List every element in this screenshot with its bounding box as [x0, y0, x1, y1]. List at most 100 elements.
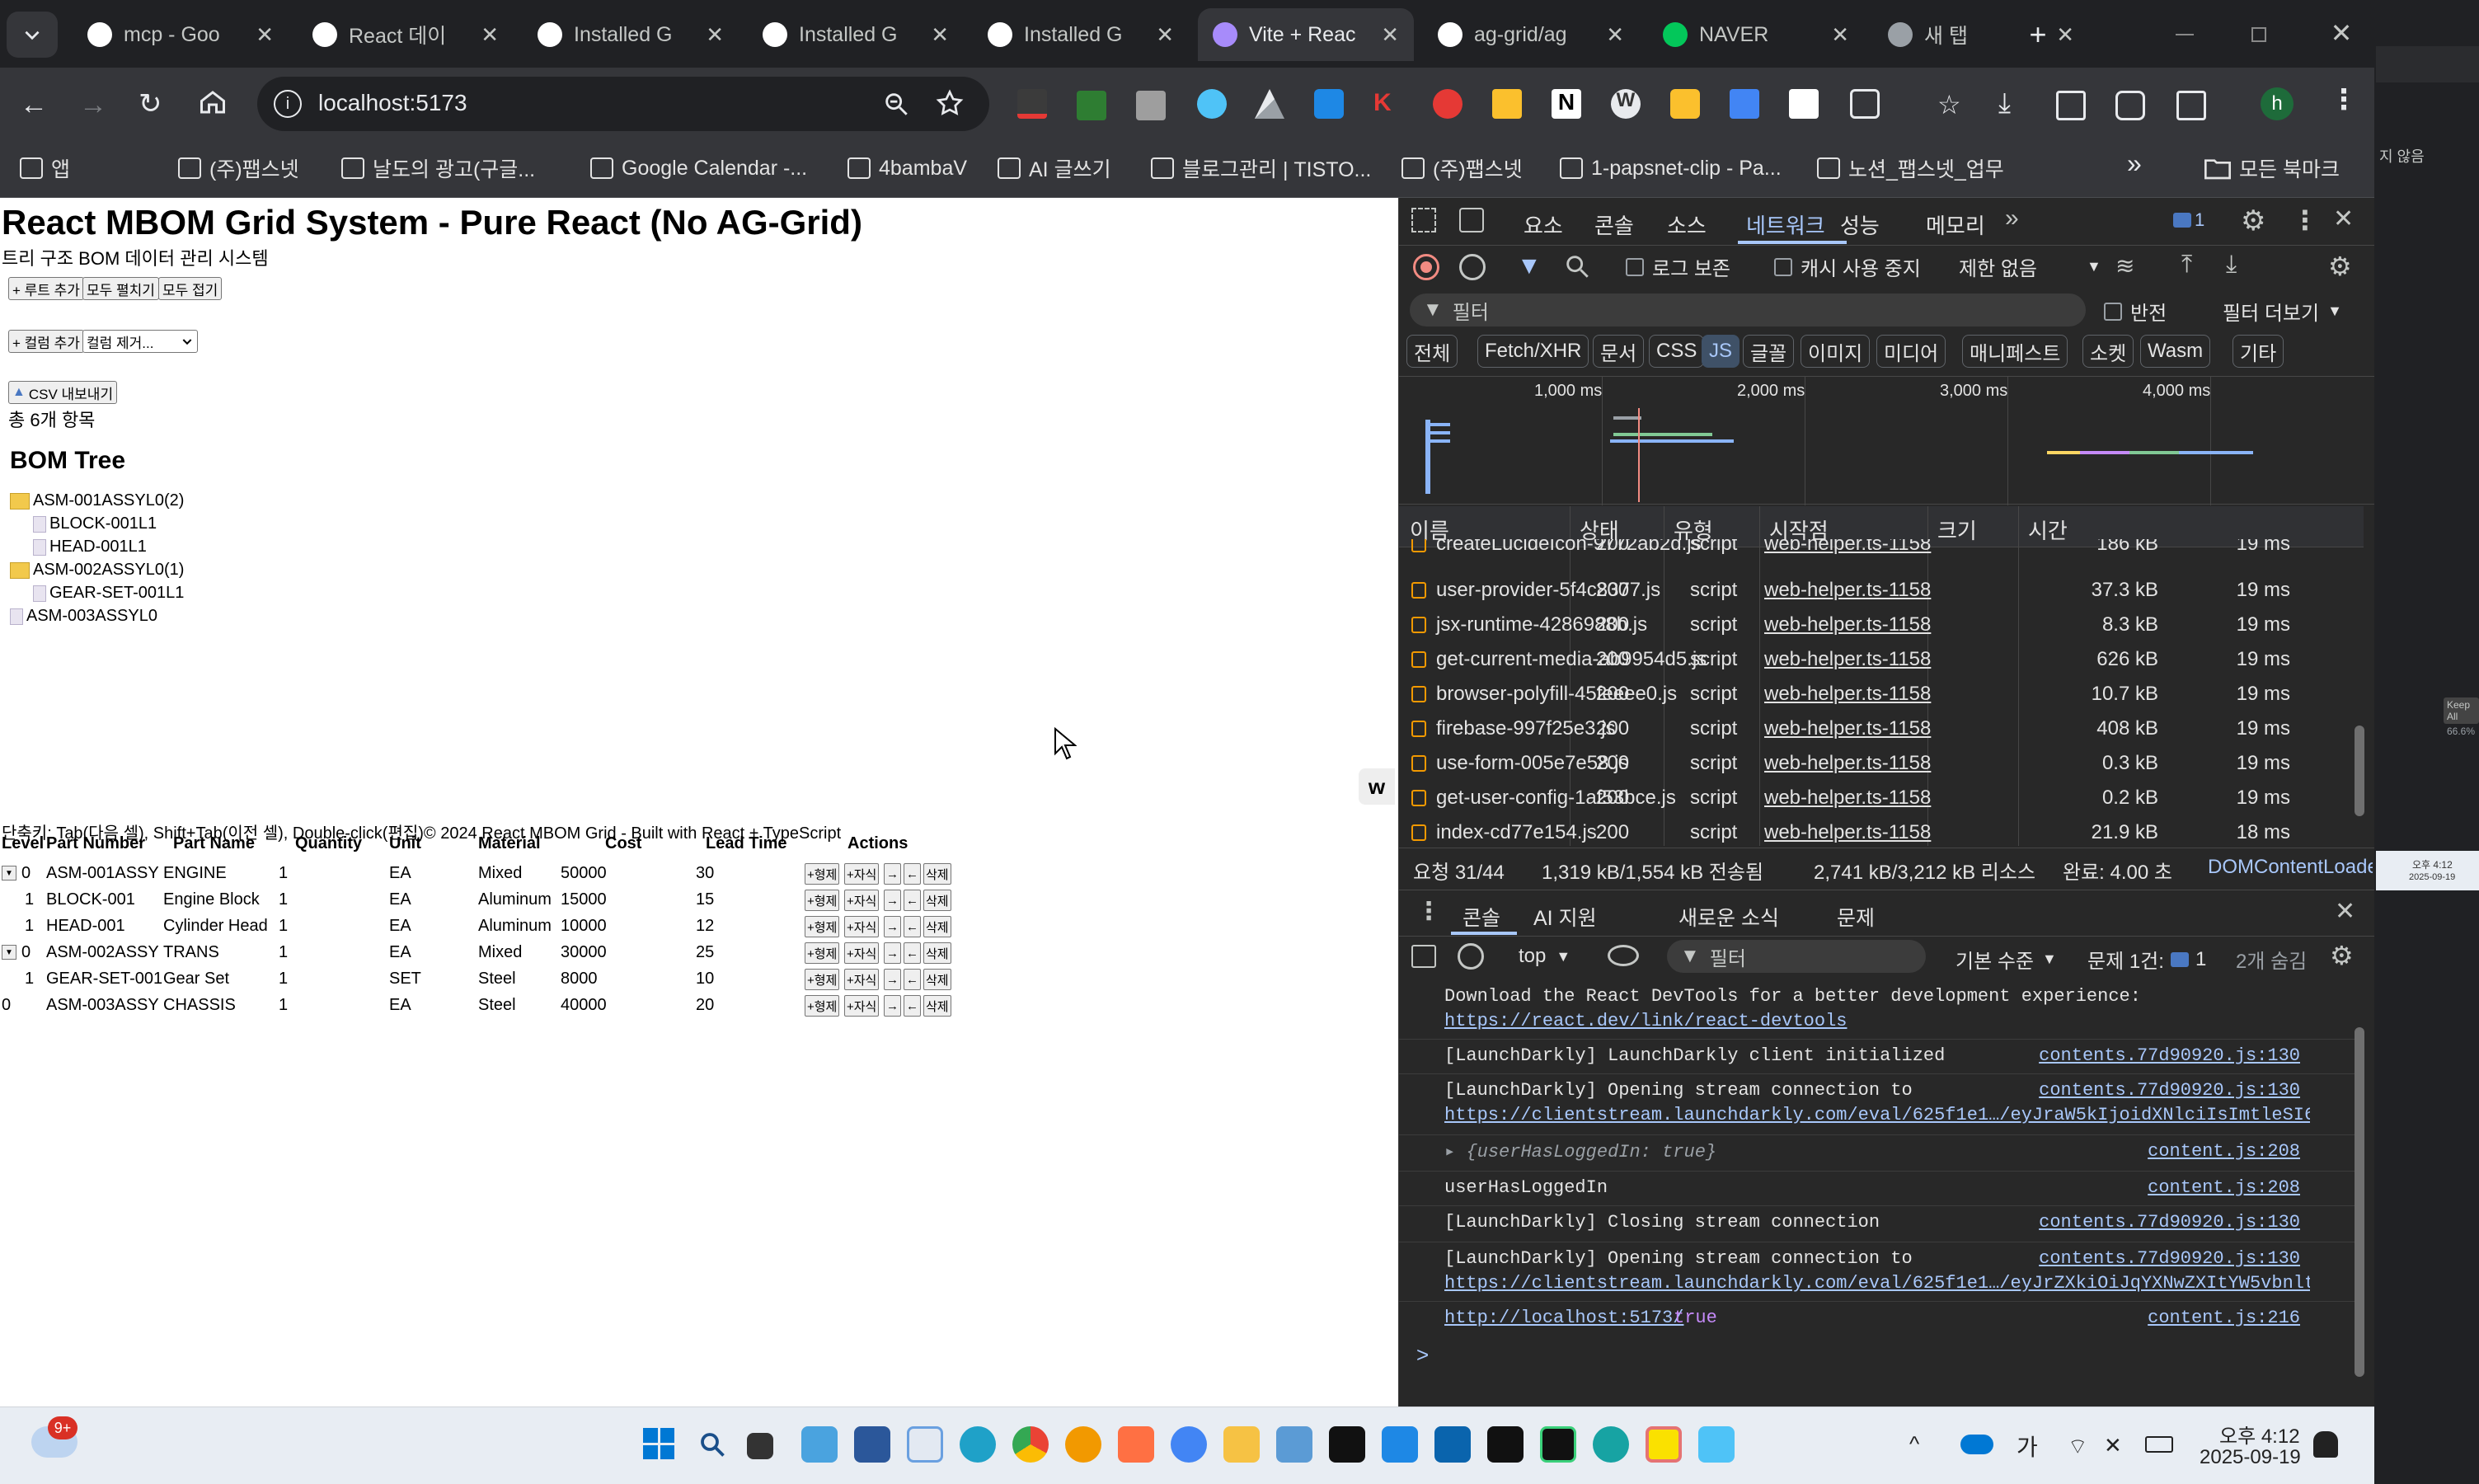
request-initiator[interactable]: web-helper.ts-1158 — [1764, 539, 1936, 556]
taskbar-app-icon[interactable] — [1698, 1426, 1735, 1463]
devtools-tab[interactable]: 성능 — [1840, 209, 1880, 240]
chrome-taskbar-icon[interactable] — [1012, 1426, 1049, 1463]
grid-row[interactable]: 1 HEAD-001 Cylinder Head 1 EA Aluminum 10000 12… — [0, 913, 956, 940]
resource-type-chip[interactable]: 글꼴 — [1743, 335, 1795, 368]
row-action-button[interactable]: 삭제 — [923, 969, 951, 990]
grid-cell-unit[interactable]: SET — [389, 970, 421, 989]
grid-cell-level[interactable]: 1 — [25, 917, 34, 936]
grid-row[interactable]: 1 GEAR-SET-001 Gear Set 1 SET Steel 8000 10 +형제 +… — [0, 966, 956, 993]
grid-row[interactable]: ▼ 0 ASM-001ASSY ENGINE 1 EA Mixed 50000 30 +형제 +자식… — [0, 861, 956, 887]
row-action-button[interactable]: → — [884, 863, 901, 885]
browser-tab[interactable]: NAVER ✕ — [1648, 8, 1864, 61]
request-initiator[interactable]: web-helper.ts-1158 — [1764, 613, 1936, 636]
tree-node[interactable]: ASM-001ASSYL0(2) — [10, 491, 184, 510]
console-link[interactable]: https://clientstream.launchdarkly.com/ev… — [1444, 1105, 2310, 1125]
console-link[interactable]: https://clientstream.launchdarkly.com/ev… — [1444, 1273, 2310, 1294]
network-request-row[interactable]: createLucideIcon-9772ab2d.js 200 script web… — [1401, 539, 2358, 562]
browser-tab[interactable]: Installed G ✕ — [748, 8, 964, 61]
add-root-button[interactable]: + 루트 추가 — [8, 277, 84, 300]
browser-tab[interactable]: Installed G ✕ — [973, 8, 1189, 61]
grid-cell-part-name[interactable]: ENGINE — [163, 864, 227, 883]
row-action-button[interactable]: ← — [904, 995, 921, 1017]
extension-icon-2[interactable] — [1077, 91, 1106, 120]
console-context-select[interactable]: top ▼ — [1519, 945, 1571, 968]
console-issues[interactable]: 문제 1건: 1 — [2087, 945, 2206, 974]
wifi-icon[interactable]: ⌔ — [2068, 1433, 2087, 1460]
taskbar-app-icon[interactable] — [1065, 1426, 1101, 1463]
console-source-link[interactable]: content.js:208 — [2148, 1177, 2300, 1198]
row-action-button[interactable]: +형제 — [805, 995, 840, 1017]
grid-cell-unit[interactable]: EA — [389, 996, 411, 1015]
row-action-button[interactable]: 삭제 — [923, 942, 951, 964]
grid-cell-part-name[interactable]: Engine Block — [163, 890, 260, 909]
network-filter-input[interactable]: ▼ 필터 — [1410, 294, 2086, 326]
row-action-button[interactable]: ← — [904, 942, 921, 964]
extensions-puzzle-icon[interactable] — [1850, 89, 1880, 119]
grid-cell-part-number[interactable]: ASM-002ASSY — [46, 943, 159, 962]
cloud-extension-icon[interactable] — [1197, 89, 1227, 119]
grid-row[interactable]: 0 ASM-003ASSY CHASSIS 1 EA Steel 40000 20 +형제 +자식… — [0, 993, 956, 1019]
print-icon[interactable] — [2056, 91, 2086, 120]
tab-search-button[interactable] — [7, 12, 58, 58]
browser-tab[interactable]: React 데이 ✕ — [298, 8, 514, 61]
row-action-button[interactable]: +형제 — [805, 890, 840, 911]
grid-cell-lead-time[interactable]: 30 — [696, 864, 714, 883]
resource-type-chip[interactable]: 전체 — [1406, 335, 1458, 368]
expand-toggle-icon[interactable]: ▼ — [2, 945, 16, 960]
console-prompt[interactable]: > — [1416, 1342, 1429, 1368]
grid-cell-unit[interactable]: EA — [389, 917, 411, 936]
close-tab-icon[interactable]: ✕ — [1381, 22, 1399, 48]
close-tab-icon[interactable]: ✕ — [1831, 22, 1849, 48]
taskbar-app-icon[interactable] — [907, 1426, 943, 1463]
bookmark-item[interactable]: (주)팹스넷 — [1401, 150, 1523, 186]
resource-type-chip[interactable]: 문서 — [1593, 335, 1645, 368]
minimize-button[interactable] — [2168, 20, 2201, 49]
reload-button[interactable]: ↻ — [139, 87, 171, 120]
row-action-button[interactable]: 삭제 — [923, 863, 951, 885]
translate-icon[interactable] — [2176, 91, 2206, 120]
resource-type-chip[interactable]: 이미지 — [1801, 335, 1871, 368]
maximize-button[interactable] — [2242, 20, 2275, 49]
taskbar-app-icon[interactable] — [1118, 1426, 1154, 1463]
close-tab-icon[interactable]: ✕ — [706, 22, 724, 48]
console-scrollbar[interactable] — [2355, 1027, 2364, 1377]
row-action-button[interactable]: → — [884, 995, 901, 1017]
device-toolbar-icon[interactable] — [1459, 208, 1484, 232]
throttle-select[interactable]: 제한 없음 ▼ — [1959, 252, 2101, 281]
drawer-tab[interactable]: 새로운 소식 — [1678, 902, 1779, 932]
file-explorer-icon[interactable] — [1223, 1426, 1260, 1463]
grid-cell-material[interactable]: Mixed — [478, 864, 522, 883]
disable-cache-checkbox[interactable]: 캐시 사용 중지 — [1774, 252, 1921, 281]
console-source-link[interactable]: contents.77d90920.js:130 — [2039, 1248, 2300, 1269]
resource-type-chip[interactable]: 소켓 — [2082, 335, 2134, 368]
row-action-button[interactable]: ← — [904, 969, 921, 990]
wordpress-extension-icon[interactable]: W — [1611, 89, 1641, 119]
bookmark-item[interactable]: 날도의 광고(구글... — [341, 150, 535, 186]
edge-icon[interactable] — [960, 1426, 996, 1463]
grid-cell-cost[interactable]: 10000 — [561, 917, 607, 936]
network-request-row[interactable]: browser-polyfill-45feeee0.js 200 script web… — [1401, 678, 2358, 712]
browser-tab[interactable]: ag-grid/ag ✕ — [1423, 8, 1639, 61]
tray-chevron-up-icon[interactable]: ^ — [1909, 1431, 1919, 1457]
resource-type-chip[interactable]: CSS — [1649, 335, 1705, 368]
youtube-extension-icon[interactable] — [1433, 89, 1463, 119]
grid-cell-lead-time[interactable]: 10 — [696, 970, 714, 989]
devtools-more-tabs-icon[interactable]: » — [2005, 204, 2019, 232]
row-action-button[interactable]: +형제 — [805, 916, 840, 937]
network-request-row[interactable]: user-provider-5f4c8377.js 200 script web-he… — [1401, 574, 2358, 608]
grid-cell-quantity[interactable]: 1 — [279, 890, 288, 909]
devtools-tab[interactable]: 메모리 — [1926, 209, 1985, 240]
request-initiator[interactable]: web-helper.ts-1158 — [1764, 648, 1936, 671]
grid-row[interactable]: ▼ 0 ASM-002ASSY TRANS 1 EA Mixed 30000 25 +형제 +자식 →… — [0, 940, 956, 966]
devtools-menu-icon[interactable]: ⋮ — [2292, 204, 2318, 236]
browser-tab[interactable]: Vite + Reac ✕ — [1198, 8, 1414, 61]
console-clear-icon[interactable] — [1458, 943, 1484, 970]
network-settings-icon[interactable]: ⚙ — [2328, 251, 2352, 282]
grid-cell-level[interactable]: 1 — [25, 890, 34, 909]
extension-icon-n[interactable] — [1789, 89, 1819, 119]
onedrive-icon[interactable] — [1960, 1435, 1993, 1454]
network-request-row[interactable]: index-cd77e154.js 200 script web-helper.ts-… — [1401, 816, 2358, 851]
console-link[interactable]: http://localhost:5173/ — [1444, 1308, 1683, 1328]
reading-list-icon[interactable]: ☆ — [1937, 89, 1967, 120]
grid-cell-quantity[interactable]: 1 — [279, 970, 288, 989]
